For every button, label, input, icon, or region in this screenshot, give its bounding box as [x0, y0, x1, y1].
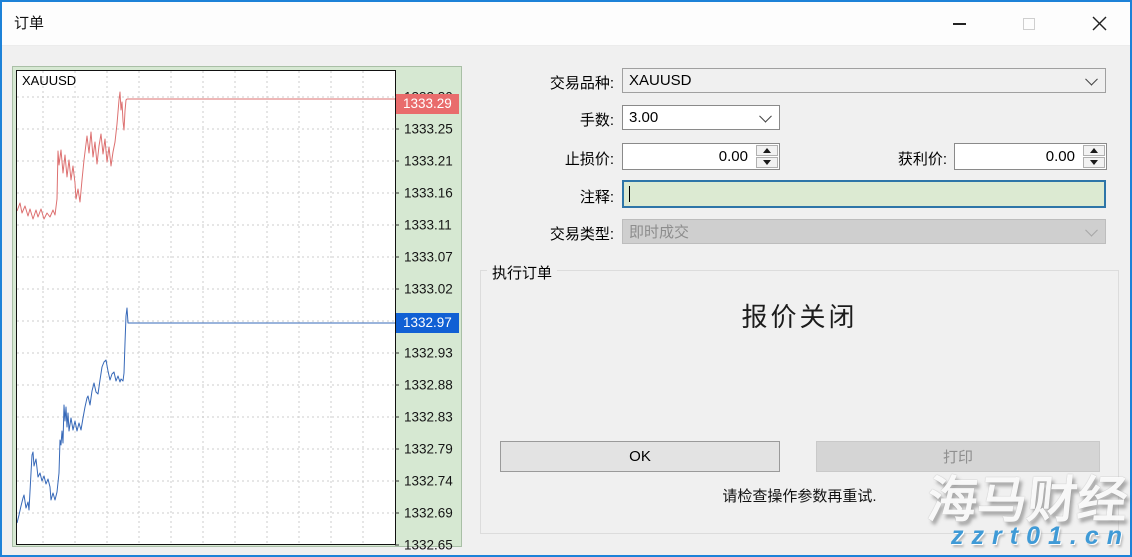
tick-chart-canvas	[17, 71, 395, 544]
comment-input[interactable]	[622, 180, 1106, 208]
minimize-button[interactable]	[936, 2, 982, 45]
comment-label: 注释:	[442, 186, 614, 207]
scale-tick	[395, 353, 399, 354]
window-title: 订单	[14, 2, 44, 45]
price-scale-label: 1332.69	[404, 506, 453, 521]
text-caret	[629, 186, 630, 202]
close-icon	[1091, 15, 1108, 32]
tick-chart-panel: XAUUSD 1332.651332.691332.741332.791332.…	[12, 66, 462, 547]
arrow-down-icon	[763, 160, 771, 165]
tick-chart-plot: XAUUSD	[16, 70, 396, 545]
spinner-down-button[interactable]	[756, 157, 778, 168]
stop-loss-label: 止损价:	[442, 148, 614, 169]
order-dialog-window: 订单 XAUUSD 1332.65 1332.69 1332.74 1332.79 13…	[0, 0, 1132, 557]
price-scale-label: 1333.02	[404, 282, 453, 297]
minimize-icon	[953, 23, 966, 25]
symbol-select-value: XAUUSD	[629, 72, 692, 89]
scale-tick	[395, 193, 399, 194]
spinner-down-button[interactable]	[1083, 157, 1105, 168]
trade-type-value: 即时成交	[629, 221, 689, 242]
price-scale-label: 1332.93	[404, 346, 453, 361]
take-profit-spinner	[1083, 145, 1105, 168]
stop-loss-input[interactable]: 0.00	[622, 143, 780, 170]
take-profit-input[interactable]: 0.00	[954, 143, 1107, 170]
stop-loss-spinner	[756, 145, 778, 168]
symbol-select[interactable]: XAUUSD	[622, 68, 1106, 93]
take-profit-value: 0.00	[955, 144, 1080, 169]
scale-tick	[395, 161, 399, 162]
scale-tick	[395, 225, 399, 226]
scale-tick	[395, 289, 399, 290]
stop-loss-value: 0.00	[623, 144, 753, 169]
scale-tick	[395, 545, 399, 546]
scale-tick	[395, 417, 399, 418]
price-scale-label: 1332.65	[404, 538, 453, 553]
title-bar: 订单	[2, 2, 1130, 46]
price-scale-label: 1332.74	[404, 474, 453, 489]
spinner-up-button[interactable]	[756, 145, 778, 156]
chevron-down-icon	[1085, 72, 1098, 85]
price-scale-label: 1333.07	[404, 250, 453, 265]
window-controls	[936, 2, 1122, 45]
price-scale: 1332.651332.691332.741332.791332.831332.…	[395, 67, 461, 546]
scale-tick	[395, 449, 399, 450]
execute-order-group-title: 执行订单	[487, 262, 557, 283]
volume-select[interactable]: 3.00	[622, 105, 780, 130]
trade-type-label: 交易类型:	[442, 223, 614, 244]
arrow-up-icon	[1090, 148, 1098, 153]
chevron-down-icon	[759, 109, 772, 122]
price-scale-label: 1332.83	[404, 410, 453, 425]
trade-type-select: 即时成交	[622, 219, 1106, 244]
ok-button[interactable]: OK	[500, 441, 780, 472]
scale-tick	[395, 513, 399, 514]
symbol-label: 交易品种:	[442, 72, 614, 93]
scale-tick	[395, 481, 399, 482]
price-scale-label: 1332.79	[404, 442, 453, 457]
scale-tick	[395, 385, 399, 386]
arrow-down-icon	[1090, 160, 1098, 165]
close-button[interactable]	[1076, 2, 1122, 45]
volume-select-value: 3.00	[629, 109, 658, 126]
spinner-up-button[interactable]	[1083, 145, 1105, 156]
scale-tick	[395, 129, 399, 130]
maximize-icon	[1023, 18, 1035, 30]
watermark-site: zzrt01.cn	[842, 522, 1130, 551]
maximize-button[interactable]	[1006, 2, 1052, 45]
price-scale-label: 1332.88	[404, 378, 453, 393]
chart-symbol-label: XAUUSD	[22, 73, 76, 88]
quotes-closed-status: 报价关闭	[481, 297, 1118, 334]
take-profit-label: 获利价:	[802, 148, 947, 169]
chevron-down-icon	[1085, 223, 1098, 236]
scale-tick	[395, 257, 399, 258]
arrow-up-icon	[763, 148, 771, 153]
volume-label: 手数:	[442, 109, 614, 130]
bid-price-badge: 1332.97	[396, 313, 459, 333]
